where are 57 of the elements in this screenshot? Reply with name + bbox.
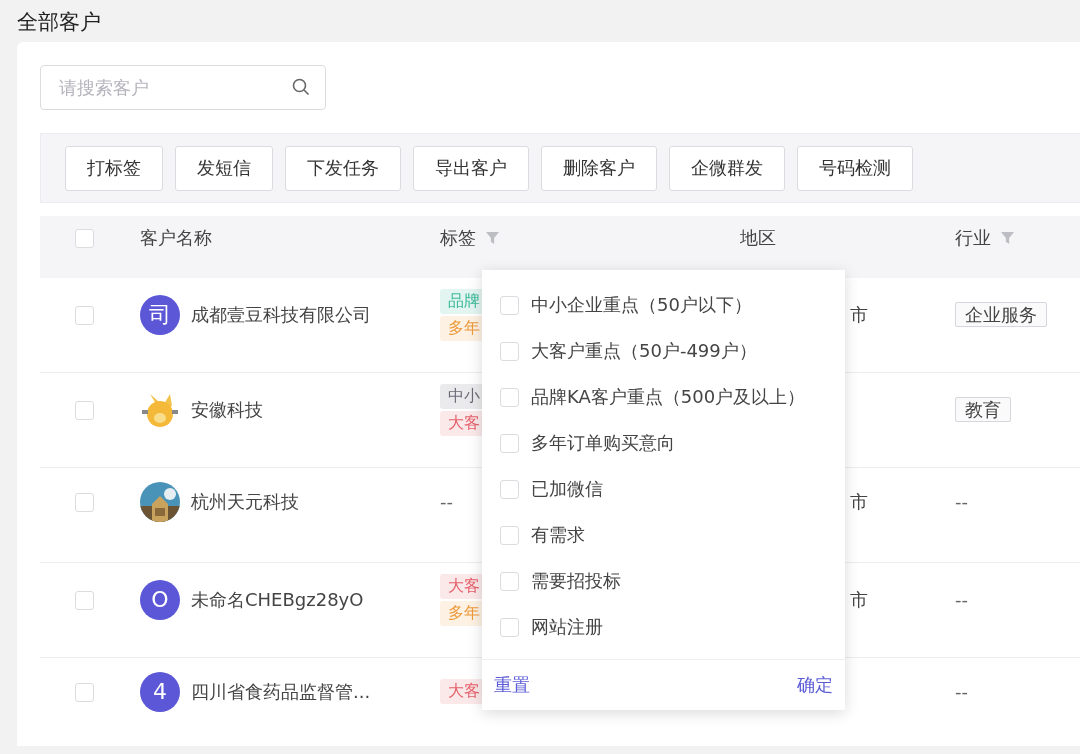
industry-tag: 企业服务 [955, 301, 1047, 327]
checkbox[interactable] [500, 479, 519, 499]
filter-option[interactable]: 中小企业重点（50户以下） [531, 293, 752, 317]
checkbox[interactable] [500, 525, 519, 545]
column-header: 地区 [740, 225, 776, 250]
filter-icon[interactable] [486, 231, 499, 244]
page-title: 全部客户 [16, 9, 102, 36]
customer-name[interactable]: 未命名CHEBgz28yO [191, 587, 364, 612]
toolbar-button[interactable]: 下发任务 [285, 145, 401, 191]
toolbar-button[interactable]: 号码检测 [797, 145, 913, 191]
column-header: 标签 [440, 225, 476, 250]
toolbar-button[interactable]: 打标签 [65, 145, 163, 191]
avatar: 司 [140, 294, 180, 335]
checkbox[interactable] [500, 295, 519, 315]
filter-option[interactable]: 大客户重点（50户-499户） [531, 339, 757, 363]
toolbar-button[interactable]: 发短信 [175, 145, 273, 191]
checkbox[interactable] [75, 591, 94, 611]
search-icon[interactable] [292, 78, 310, 96]
filter-option[interactable]: 有需求 [531, 523, 585, 547]
filter-icon[interactable] [1001, 231, 1014, 244]
customer-name[interactable]: 四川省食药品监督管... [191, 679, 371, 704]
filter-option[interactable]: 多年订单购买意向 [531, 431, 675, 455]
column-header: 行业 [955, 225, 991, 250]
customer-name[interactable]: 安徽科技 [191, 397, 263, 422]
search-field[interactable]: 请搜索客户 [40, 65, 326, 110]
checkbox[interactable] [500, 433, 519, 453]
industry-tag: 教育 [955, 396, 1011, 422]
reset-link[interactable]: 重置 [494, 673, 530, 697]
table-cell: -- [440, 491, 453, 512]
filter-option[interactable]: 品牌KA客户重点（500户及以上） [531, 385, 806, 409]
checkbox[interactable] [500, 571, 519, 591]
toolbar-button[interactable]: 删除客户 [541, 145, 657, 191]
checkbox[interactable] [75, 229, 94, 249]
table-cell: -- [955, 681, 968, 702]
toolbar-button[interactable]: 企微群发 [669, 145, 785, 191]
checkbox[interactable] [75, 401, 94, 421]
table-cell: 市 [850, 588, 868, 610]
table-cell: -- [955, 589, 968, 610]
confirm-link[interactable]: 确定 [797, 673, 833, 697]
filter-option[interactable]: 网站注册 [531, 615, 603, 639]
checkbox[interactable] [500, 341, 519, 361]
checkbox[interactable] [500, 387, 519, 407]
checkbox[interactable] [500, 617, 519, 637]
table-cell: 市 [850, 303, 868, 325]
customer-name[interactable]: 成都壹豆科技有限公司 [191, 302, 371, 327]
avatar: O [140, 579, 180, 620]
checkbox[interactable] [75, 683, 94, 703]
customer-name[interactable]: 杭州天元科技 [191, 489, 299, 514]
toolbar-button[interactable]: 导出客户 [413, 145, 529, 191]
checkbox[interactable] [75, 493, 94, 513]
checkbox[interactable] [75, 306, 94, 326]
column-header: 客户名称 [140, 225, 212, 250]
filter-option[interactable]: 已加微信 [531, 477, 603, 501]
filter-option[interactable]: 需要招投标 [531, 569, 621, 593]
table-cell: -- [955, 491, 968, 512]
table-cell: 市 [850, 490, 868, 512]
avatar: 4 [140, 671, 180, 712]
